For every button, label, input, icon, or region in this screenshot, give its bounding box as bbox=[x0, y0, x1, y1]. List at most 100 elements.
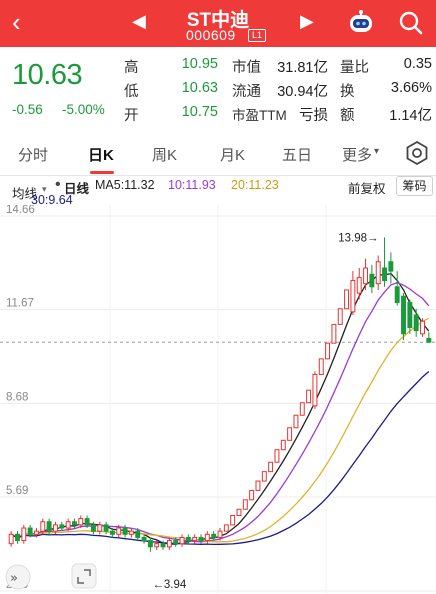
candle-body bbox=[344, 289, 350, 310]
candle-body bbox=[141, 536, 147, 542]
adjust-toggle[interactable]: 前复权 bbox=[348, 178, 386, 197]
candle-body bbox=[413, 314, 419, 332]
tab-daily-k[interactable]: 日K bbox=[88, 144, 114, 165]
open-label: 开 bbox=[124, 108, 139, 124]
candle-body bbox=[223, 524, 229, 532]
candle-body bbox=[90, 524, 96, 532]
candle-body bbox=[375, 261, 381, 285]
gear-icon[interactable] bbox=[404, 140, 430, 166]
candle-body bbox=[388, 261, 394, 272]
candle-body bbox=[426, 337, 432, 343]
candle-body bbox=[217, 530, 223, 538]
tab-monthly-k[interactable]: 月K bbox=[220, 144, 245, 165]
ma20-line bbox=[10, 317, 430, 543]
candle-body bbox=[65, 521, 71, 529]
candle-body bbox=[230, 514, 236, 526]
candle-body bbox=[369, 273, 375, 288]
candle-body bbox=[135, 530, 141, 538]
candle-body bbox=[122, 527, 128, 535]
candle-body bbox=[15, 533, 20, 542]
candle-body bbox=[382, 267, 387, 282]
candle-body bbox=[109, 530, 115, 535]
legend-dot: • bbox=[55, 176, 61, 193]
candle-body bbox=[128, 530, 134, 535]
kline-chart[interactable]: 14.6611.678.685.692.6913.98→←3.94» bbox=[0, 205, 436, 594]
y-tick-label: 8.68 bbox=[6, 391, 28, 403]
candle-body bbox=[268, 461, 274, 473]
float-cap-value: 30.94亿 bbox=[277, 84, 328, 100]
volume-ratio-value: 0.35 bbox=[403, 56, 432, 72]
chevron-down-icon: ▾ bbox=[374, 146, 380, 157]
amount-value: 1.14亿 bbox=[389, 108, 432, 124]
candle-body bbox=[420, 320, 425, 335]
candle-body bbox=[160, 543, 166, 548]
candle-body bbox=[401, 295, 406, 335]
candle-body bbox=[147, 540, 153, 548]
candle-body bbox=[274, 449, 280, 463]
y-tick-label: 11.67 bbox=[6, 298, 34, 310]
robot-assistant-icon[interactable] bbox=[348, 10, 374, 34]
candle-body bbox=[103, 524, 109, 532]
candle-body bbox=[34, 530, 39, 535]
candle-body bbox=[249, 489, 255, 501]
candle-body bbox=[211, 533, 217, 538]
pe-ttm-value: 亏损 bbox=[299, 108, 328, 124]
fullscreen-button bbox=[71, 563, 97, 589]
market-cap-value: 31.81亿 bbox=[277, 60, 328, 76]
high-label: 高 bbox=[124, 60, 139, 76]
candle-body bbox=[242, 499, 248, 510]
open-value: 10.75 bbox=[181, 104, 218, 120]
candle-body bbox=[166, 540, 172, 548]
volume-ratio-label: 量比 bbox=[340, 60, 369, 76]
candle-body bbox=[394, 286, 400, 303]
turnover-label: 换 bbox=[340, 84, 355, 100]
turnover-value: 3.66% bbox=[390, 80, 432, 96]
candle-body bbox=[40, 521, 46, 532]
tab-weekly-k[interactable]: 周K bbox=[152, 144, 177, 165]
low-value: 10.63 bbox=[181, 80, 218, 96]
candle-body bbox=[27, 527, 33, 535]
legend-ma20: 20:11.23 bbox=[231, 178, 279, 192]
candle-body bbox=[179, 536, 185, 545]
low-annotation: ←3.94 bbox=[152, 579, 186, 591]
search-icon[interactable] bbox=[398, 10, 424, 36]
candle-body bbox=[198, 536, 204, 542]
y-tick-label: 14.66 bbox=[6, 205, 35, 216]
market-cap-label: 市值 bbox=[232, 60, 261, 76]
last-price: 10.63 bbox=[12, 59, 83, 91]
tab-five-day[interactable]: 五日 bbox=[282, 144, 312, 165]
candle-body bbox=[261, 471, 267, 482]
chips-button[interactable]: 筹码 bbox=[396, 176, 433, 196]
candle-body bbox=[306, 389, 312, 404]
candle-body bbox=[280, 439, 286, 451]
candle-body bbox=[59, 524, 65, 529]
high-annotation: 13.98→ bbox=[338, 232, 378, 244]
next-stock-icon[interactable]: ▶ bbox=[300, 11, 314, 32]
ma5-line bbox=[10, 272, 430, 545]
tab-more[interactable]: 更多 bbox=[342, 144, 372, 165]
high-value: 10.95 bbox=[181, 56, 218, 72]
float-cap-label: 流通 bbox=[232, 84, 261, 100]
candle-body bbox=[363, 267, 369, 285]
candle-body bbox=[299, 402, 305, 416]
ma30-line bbox=[10, 371, 430, 546]
candle-body bbox=[325, 342, 331, 360]
candle-body bbox=[204, 533, 210, 542]
candle-body bbox=[8, 533, 14, 545]
price-change: -0.56 bbox=[12, 102, 43, 117]
candle-body bbox=[185, 536, 191, 542]
tab-intraday[interactable]: 分时 bbox=[18, 144, 48, 165]
price-change-percent: -5.00% bbox=[62, 102, 105, 117]
double-chevron-icon: » bbox=[10, 571, 18, 586]
candle-body bbox=[53, 524, 58, 532]
candle-body bbox=[312, 374, 318, 407]
quote-panel: 10.63 -0.56 -5.00% 高 10.95 市值 31.81亿 量比 … bbox=[0, 47, 436, 130]
candle-body bbox=[78, 518, 84, 526]
candle-body bbox=[116, 527, 122, 535]
candle-body bbox=[287, 427, 293, 441]
active-tab-indicator bbox=[90, 171, 114, 174]
candle-body bbox=[71, 521, 77, 526]
candle-body bbox=[407, 301, 413, 329]
pe-ttm-label: 市盈TTM bbox=[232, 108, 287, 123]
candle-body bbox=[192, 536, 198, 542]
